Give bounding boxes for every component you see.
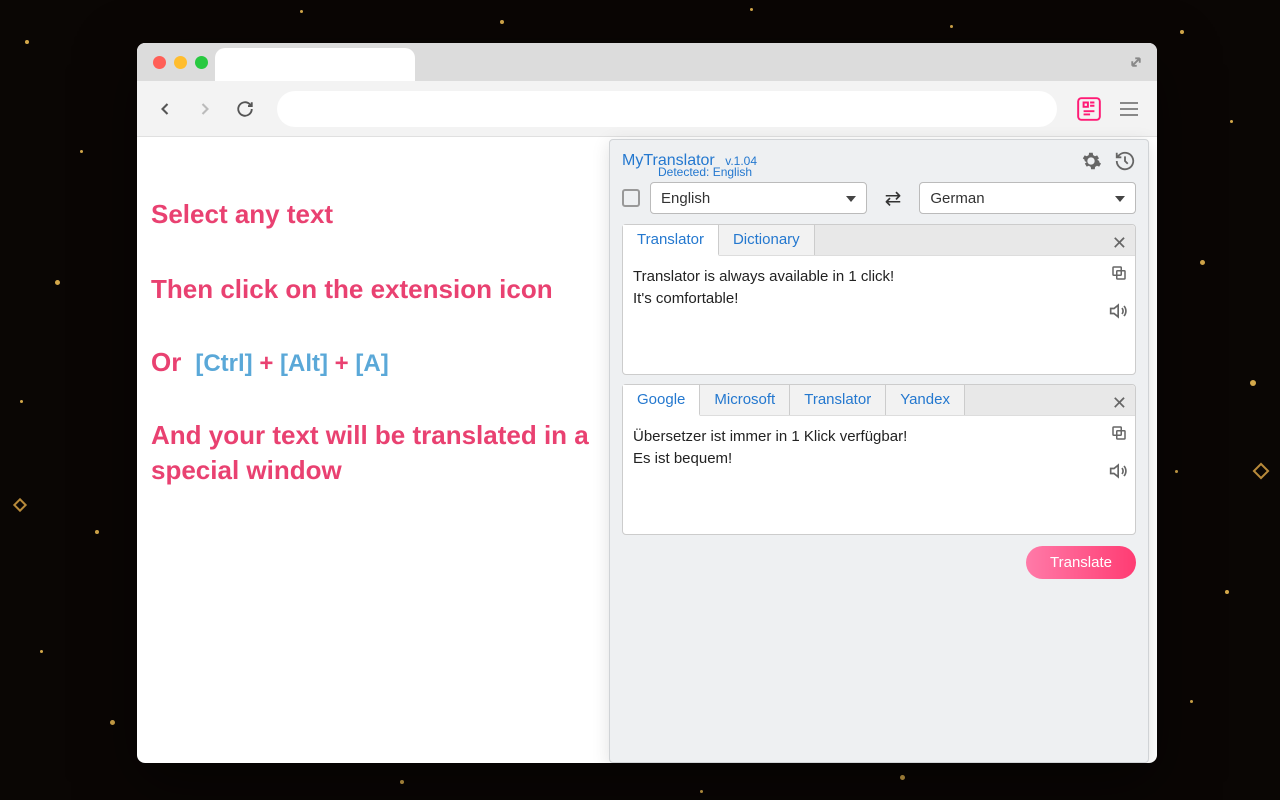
window-close-button[interactable] — [153, 56, 166, 69]
output-text: Übersetzer ist immer in 1 Klick verfügba… — [623, 416, 1135, 534]
browser-tab[interactable] — [215, 48, 415, 81]
input-textarea[interactable]: Translator is always available in 1 clic… — [623, 256, 1135, 374]
tab-yandex[interactable]: Yandex — [886, 385, 965, 415]
browser-toolbar — [137, 81, 1157, 137]
tab-dictionary[interactable]: Dictionary — [719, 225, 815, 255]
titlebar — [137, 43, 1157, 81]
tab-google[interactable]: Google — [623, 385, 700, 416]
expand-icon[interactable] — [1127, 53, 1145, 71]
auto-detect-checkbox[interactable] — [622, 189, 640, 207]
traffic-lights — [153, 56, 208, 69]
translator-popup: MyTranslator v.1.04 Detected: English En… — [609, 139, 1149, 763]
keyboard-shortcut: [Ctrl] + [Alt] + [A] — [195, 350, 388, 378]
address-bar[interactable] — [277, 91, 1057, 127]
copy-input-icon[interactable] — [1109, 263, 1129, 283]
window-maximize-button[interactable] — [195, 56, 208, 69]
clear-output-icon[interactable]: ✕ — [1112, 393, 1127, 414]
tab-translator[interactable]: Translator — [623, 225, 719, 256]
forward-button[interactable] — [189, 93, 221, 125]
speak-output-icon[interactable] — [1109, 461, 1129, 481]
output-pane: Google Microsoft Translator Yandex ✕ Übe… — [622, 384, 1136, 535]
detected-language-label: Detected: English — [658, 165, 752, 179]
history-icon[interactable] — [1114, 150, 1136, 172]
input-pane: Translator Dictionary ✕ Translator is al… — [622, 224, 1136, 375]
instruction-line-3: And your text will be translated in a sp… — [151, 418, 597, 488]
tab-translator-engine[interactable]: Translator — [790, 385, 886, 415]
window-minimize-button[interactable] — [174, 56, 187, 69]
speak-input-icon[interactable] — [1109, 301, 1129, 321]
extension-icon[interactable] — [1073, 93, 1105, 125]
tab-microsoft[interactable]: Microsoft — [700, 385, 790, 415]
target-language-select[interactable]: German — [919, 182, 1136, 214]
source-language-select[interactable]: English — [650, 182, 867, 214]
instruction-line-1: Select any text — [151, 197, 597, 232]
instruction-or: Or — [151, 347, 181, 378]
copy-output-icon[interactable] — [1109, 423, 1129, 443]
clear-input-icon[interactable]: ✕ — [1112, 233, 1127, 254]
translate-button[interactable]: Translate — [1026, 546, 1136, 579]
menu-button[interactable] — [1113, 93, 1145, 125]
instruction-line-2: Then click on the extension icon — [151, 272, 597, 307]
back-button[interactable] — [149, 93, 181, 125]
reload-button[interactable] — [229, 93, 261, 125]
settings-icon[interactable] — [1080, 150, 1102, 172]
swap-languages-button[interactable]: ⇄ — [877, 186, 910, 211]
browser-window: Select any text Then click on the extens… — [137, 43, 1157, 763]
instructions-panel: Select any text Then click on the extens… — [137, 137, 607, 763]
